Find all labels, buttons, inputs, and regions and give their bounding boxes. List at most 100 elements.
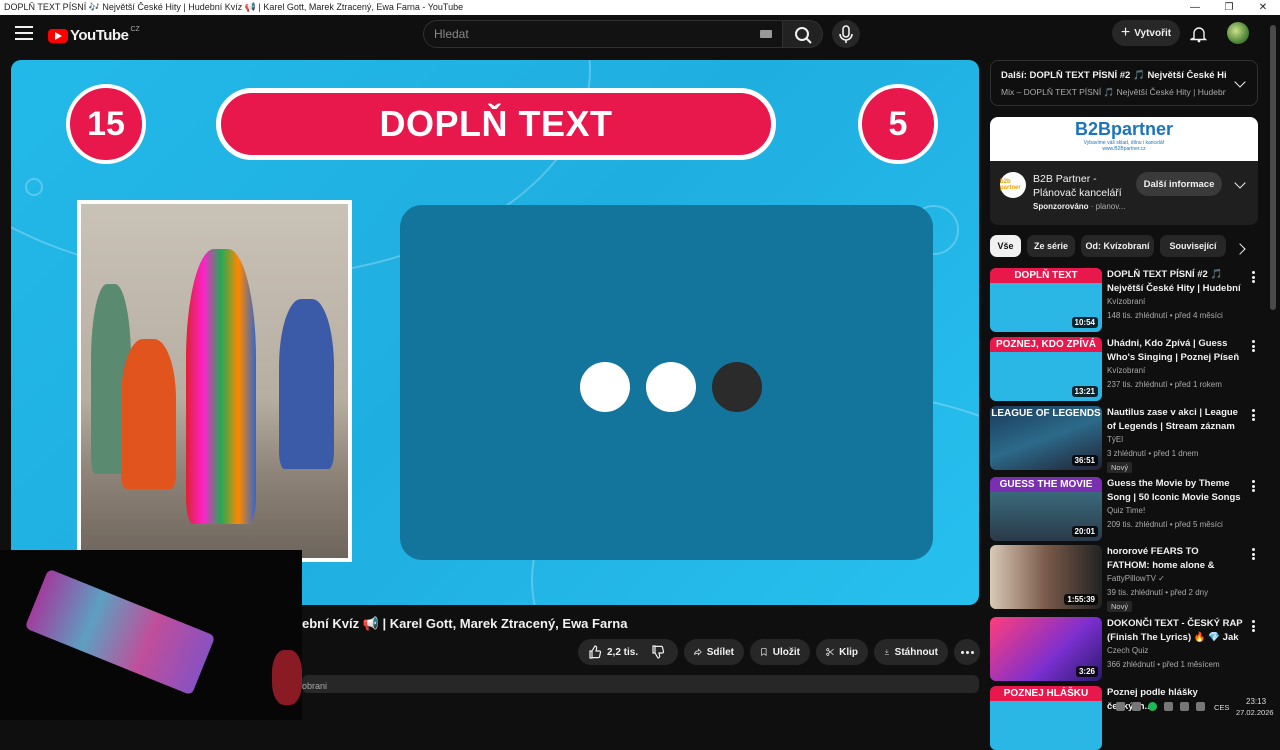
more-options-icon[interactable] [1252,548,1255,560]
account-avatar[interactable] [1227,22,1249,44]
ad-domain: · planov... [1088,202,1126,211]
video-title: ební Kvíz 📢 | Karel Gott, Marek Ztracený… [302,616,628,631]
thumbnail-text: LEAGUE OF LEGENDS [991,408,1101,419]
maximize-button[interactable]: ❐ [1212,0,1246,15]
search-input[interactable] [434,27,734,41]
scissors-icon [826,648,834,656]
video-thumbnail[interactable]: LEAGUE OF LEGENDS 36:51 [990,406,1102,470]
keyboard-icon[interactable] [760,30,772,38]
sponsored-ad[interactable]: B2Bpartner Vybavíme váš sklad, dílnu i k… [990,117,1258,225]
video-thumbnail[interactable]: DOPLŇ TEXT 10:54 [990,268,1102,332]
video-meta: 237 tis. zhlédnutí • před 1 rokem [1107,380,1222,389]
window-title: DOPLŇ TEXT PÍSNÍ 🎶 Největší České Hity |… [4,2,464,12]
video-title[interactable]: Guess the Movie by Theme Song | 50 Iconi… [1107,477,1243,504]
recommended-video[interactable]: LEAGUE OF LEGENDS 36:51 Nautilus zase v ak… [990,406,1258,473]
up-next-subtitle: Mix – DOPLŇ TEXT PÍSNÍ 🎵 Největší České … [1001,87,1226,97]
more-options-icon[interactable] [1252,340,1255,352]
channel-name[interactable]: Kvízobraní [1107,366,1145,375]
chip-related[interactable]: Související [1160,235,1226,257]
video-description[interactable]: obrani [302,675,979,693]
download-icon [884,649,889,655]
scrollbar[interactable] [1270,25,1276,310]
clip-button[interactable]: Klip [816,639,868,665]
video-title[interactable]: Uhádni, Kdo Zpívá | Guess Who's Singing … [1107,337,1243,364]
search-button[interactable] [782,20,823,48]
ad-banner[interactable]: B2Bpartner Vybavíme váš sklad, dílnu i k… [990,117,1258,161]
video-title[interactable]: hororové FEARS TO FATHOM: home alone & n… [1107,545,1243,572]
language-indicator[interactable]: CES [1214,703,1229,712]
video-thumbnail[interactable]: POZNEJ, KDO ZPÍVÁ 13:21 [990,337,1102,401]
chip-series[interactable]: Ze série [1027,235,1075,257]
video-duration: 10:54 [1071,317,1098,328]
menu-icon[interactable] [15,26,33,40]
tray-icon[interactable] [1116,702,1125,711]
microphone-icon [839,25,853,43]
more-options-icon[interactable] [1252,409,1255,421]
channel-name[interactable]: Kvízobraní [1107,297,1145,306]
recommended-video[interactable]: 3:26 DOKONČI TEXT - ČESKÝ RAP (Finish The… [990,617,1258,681]
up-next-title: Další: DOPLŇ TEXT PÍSNÍ #2 🎵 Největší Če… [1001,70,1226,81]
video-thumbnail[interactable]: 3:26 [990,617,1102,681]
video-player[interactable]: 15 DOPLŇ TEXT 5 [11,60,979,605]
video-title[interactable]: DOPLŇ TEXT PÍSNÍ #2 🎵 Největší České Hit… [1107,268,1243,295]
video-meta: 39 tis. zhlédnutí • před 2 dny [1107,588,1209,597]
clock-date[interactable]: 27.02.2026 [1236,708,1274,717]
video-duration: 3:26 [1075,666,1098,677]
thumbnail-text: POZNEJ, KDO ZPÍVÁ [990,337,1102,352]
channel-name[interactable]: FattyPillowTV ✓ [1107,574,1165,583]
chevron-down-icon[interactable] [1234,76,1246,88]
share-icon [694,648,702,656]
thumbs-down-icon [652,645,665,659]
more-options-icon[interactable] [1252,271,1255,283]
channel-name[interactable]: Quiz Time! [1107,506,1145,515]
countdown-badge: 5 [858,84,938,164]
youtube-logo[interactable]: YouTube CZ [48,26,140,44]
tray-icon[interactable] [1132,702,1141,711]
recommended-video[interactable]: DOPLŇ TEXT 10:54 DOPLŇ TEXT PÍSNÍ #2 🎵 Nej… [990,268,1258,332]
network-icon[interactable] [1180,702,1189,711]
more-options-icon[interactable] [1252,480,1255,492]
dislike-button[interactable] [640,639,678,665]
like-count: 2,2 tis. [607,646,639,658]
download-button[interactable]: Stáhnout [874,639,948,665]
recommended-video[interactable]: GUESS THE MOVIE 20:01 Guess the Movie by T… [990,477,1258,541]
chevron-right-icon[interactable] [1234,243,1246,255]
tray-icon[interactable] [1164,702,1173,711]
recommended-video[interactable]: POZNEJ, KDO ZPÍVÁ 13:21 Uhádni, Kdo Zpívá … [990,337,1258,401]
video-title[interactable]: Nautilus zase v akci | League of Legends… [1107,406,1243,433]
ad-site: www.B2Bpartner.cz [1102,146,1146,152]
video-thumbnail[interactable]: 1:55:39 [990,545,1102,609]
video-thumbnail[interactable]: GUESS THE MOVIE 20:01 [990,477,1102,541]
round-number-badge: 15 [66,84,146,164]
mouse-image [272,650,302,705]
create-button[interactable]: + Vytvořit [1112,20,1180,46]
clock-time[interactable]: 23:13 [1246,697,1266,706]
more-actions-button[interactable] [954,639,980,665]
video-meta: 148 tis. zhlédnutí • před 4 měsíci [1107,311,1223,320]
save-button[interactable]: Uložit [750,639,810,665]
window-titlebar: DOPLŇ TEXT PÍSNÍ 🎶 Největší České Hity |… [0,0,1280,15]
video-title[interactable]: DOKONČI TEXT - ČESKÝ RAP (Finish The Lyr… [1107,617,1243,644]
search-box [423,20,783,48]
video-duration: 1:55:39 [1064,594,1098,605]
rgb-keyboard-image [24,568,216,696]
notifications-bell-icon[interactable] [1190,25,1208,43]
close-button[interactable]: ✕ [1246,0,1280,15]
spotify-icon[interactable] [1148,702,1157,711]
volume-icon[interactable] [1196,702,1205,711]
voice-search-button[interactable] [832,20,860,48]
share-button[interactable]: Sdílet [684,639,744,665]
chip-from-channel[interactable]: Od: Kvízobraní [1081,235,1154,257]
channel-name[interactable]: TýEl [1107,435,1123,444]
ad-sponsored-line: Sponzorováno · planov... [1033,202,1125,211]
channel-name[interactable]: Czech Quiz [1107,646,1148,655]
chevron-down-icon[interactable] [1234,177,1246,189]
more-options-icon[interactable] [1252,620,1255,632]
video-meta: 3 zhlédnutí • před 1 dnem [1107,449,1199,458]
recommended-video[interactable]: 1:55:39 hororové FEARS TO FATHOM: home al… [990,545,1258,612]
up-next-playlist[interactable]: Další: DOPLŇ TEXT PÍSNÍ #2 🎵 Největší Če… [990,60,1258,106]
minimize-button[interactable]: — [1178,0,1212,15]
chip-all[interactable]: Vše [990,235,1021,257]
ad-cta-button[interactable]: Další informace [1136,172,1222,196]
video-thumbnail[interactable]: POZNEJ HLÁŠKU [990,686,1102,750]
